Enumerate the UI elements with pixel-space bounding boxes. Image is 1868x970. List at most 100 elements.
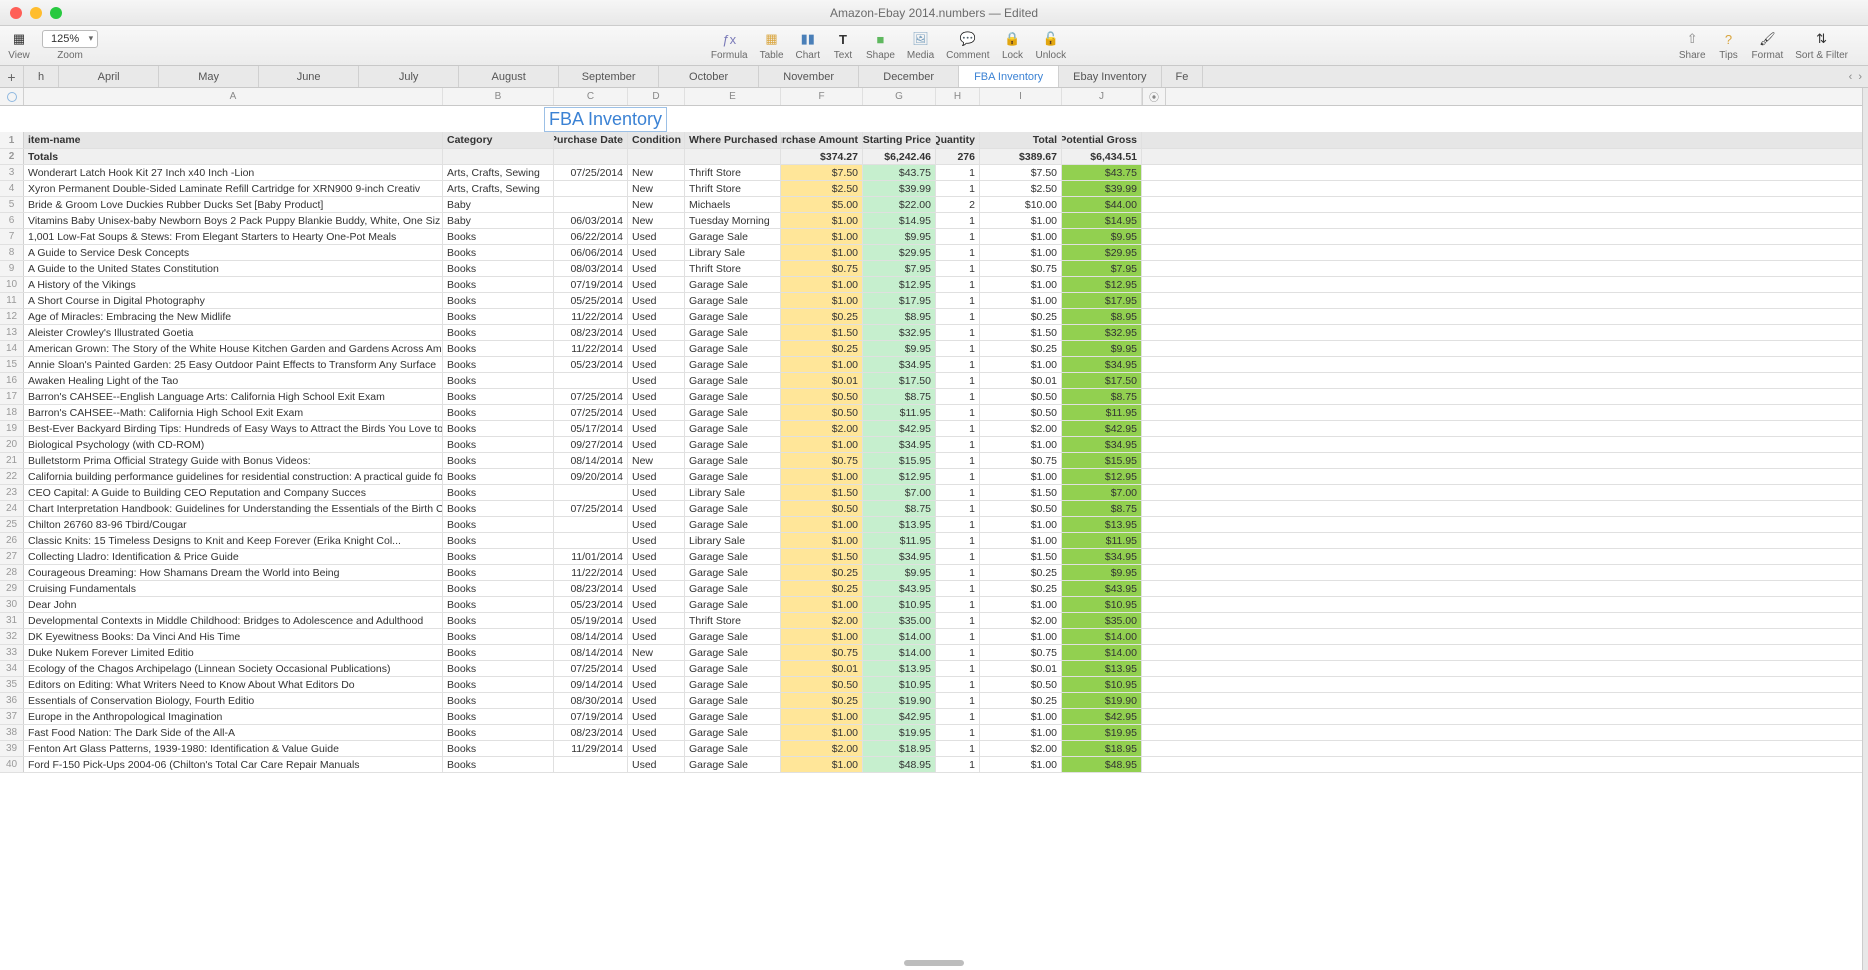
cell[interactable]: Books (443, 421, 554, 436)
cell[interactable]: Used (628, 373, 685, 388)
table-row[interactable]: 22California building performance guidel… (0, 469, 1868, 485)
cell[interactable]: 08/14/2014 (554, 645, 628, 660)
cell[interactable]: Used (628, 629, 685, 644)
cell[interactable]: $1.00 (980, 357, 1062, 372)
cell[interactable]: item-name (24, 132, 443, 148)
table-row[interactable]: 40Ford F-150 Pick-Ups 2004-06 (Chilton's… (0, 757, 1868, 773)
unlock-button[interactable]: 🔓Unlock (1036, 30, 1067, 61)
cell[interactable]: 08/14/2014 (554, 453, 628, 468)
cell[interactable]: New (628, 213, 685, 228)
cell[interactable]: A History of the Vikings (24, 277, 443, 292)
tips-button[interactable]: ?Tips (1718, 30, 1740, 61)
cell[interactable]: Used (628, 549, 685, 564)
cell[interactable]: $1.50 (980, 549, 1062, 564)
cell[interactable]: $8.75 (863, 389, 936, 404)
cell[interactable]: Books (443, 741, 554, 756)
cell[interactable]: $1.00 (781, 757, 863, 772)
cell[interactable]: 1 (936, 181, 980, 196)
row-label[interactable]: 39 (0, 741, 24, 756)
cell[interactable]: $35.00 (1062, 613, 1142, 628)
cell[interactable]: Condition (628, 132, 685, 148)
table-row[interactable]: 4Xyron Permanent Double-Sided Laminate R… (0, 181, 1868, 197)
cell[interactable] (554, 181, 628, 196)
cell[interactable] (554, 757, 628, 772)
cell[interactable]: $0.25 (980, 341, 1062, 356)
cell[interactable] (443, 149, 554, 164)
cell[interactable]: $34.95 (863, 437, 936, 452)
cell[interactable]: $0.50 (980, 501, 1062, 516)
cell[interactable]: Books (443, 549, 554, 564)
comment-button[interactable]: 💬Comment (946, 30, 989, 61)
cell[interactable]: $9.95 (1062, 229, 1142, 244)
cell[interactable]: $1.00 (781, 229, 863, 244)
cell[interactable]: $34.95 (1062, 357, 1142, 372)
cell[interactable]: Garage Sale (685, 453, 781, 468)
cell[interactable]: Used (628, 501, 685, 516)
cell[interactable]: CEO Capital: A Guide to Building CEO Rep… (24, 485, 443, 500)
row-label[interactable]: 1 (0, 132, 24, 148)
cell[interactable]: Vitamins Baby Unisex-baby Newborn Boys 2… (24, 213, 443, 228)
cell[interactable]: $1.50 (781, 485, 863, 500)
cell[interactable]: 11/29/2014 (554, 741, 628, 756)
cell[interactable]: $8.75 (1062, 501, 1142, 516)
cell[interactable]: Library Sale (685, 245, 781, 260)
table-row[interactable]: 25Chilton 26760 83-96 Tbird/CougarBooksU… (0, 517, 1868, 533)
cell[interactable]: 09/20/2014 (554, 469, 628, 484)
cell[interactable]: $1.50 (781, 549, 863, 564)
cell[interactable]: 1 (936, 501, 980, 516)
cell[interactable]: Garage Sale (685, 709, 781, 724)
cell[interactable]: Books (443, 709, 554, 724)
cell[interactable]: Books (443, 645, 554, 660)
cell[interactable]: $0.01 (781, 373, 863, 388)
cell[interactable]: $18.95 (1062, 741, 1142, 756)
cell[interactable]: Books (443, 293, 554, 308)
cell[interactable]: Used (628, 613, 685, 628)
cell[interactable]: $6,434.51 (1062, 149, 1142, 164)
cell[interactable]: Dear John (24, 597, 443, 612)
cell[interactable]: $0.25 (781, 309, 863, 324)
cell[interactable]: Bulletstorm Prima Official Strategy Guid… (24, 453, 443, 468)
table-row[interactable]: 33Duke Nukem Forever Limited EditioBooks… (0, 645, 1868, 661)
cell[interactable]: $1.00 (781, 357, 863, 372)
cell[interactable]: $2.00 (980, 421, 1062, 436)
table-row[interactable]: 34Ecology of the Chagos Archipelago (Lin… (0, 661, 1868, 677)
cell[interactable]: California building performance guidelin… (24, 469, 443, 484)
cell[interactable]: $0.25 (781, 693, 863, 708)
sheet-tab-october[interactable]: October (659, 66, 759, 87)
cell[interactable]: 1 (936, 453, 980, 468)
row-label[interactable]: 12 (0, 309, 24, 324)
cell[interactable] (554, 517, 628, 532)
cell[interactable]: Aleister Crowley's Illustrated Goetia (24, 325, 443, 340)
cell[interactable]: A Short Course in Digital Photography (24, 293, 443, 308)
cell[interactable]: $29.95 (863, 245, 936, 260)
cell[interactable]: $29.95 (1062, 245, 1142, 260)
table-row[interactable]: 8A Guide to Service Desk ConceptsBooks06… (0, 245, 1868, 261)
cell[interactable]: $1.00 (980, 629, 1062, 644)
cell[interactable]: $1.00 (980, 293, 1062, 308)
cell[interactable]: $48.95 (1062, 757, 1142, 772)
cell[interactable]: Thrift Store (685, 181, 781, 196)
table-row[interactable]: 9A Guide to the United States Constituti… (0, 261, 1868, 277)
cell[interactable]: Used (628, 581, 685, 596)
cell[interactable]: $0.75 (980, 261, 1062, 276)
cell[interactable]: 1 (936, 677, 980, 692)
row-label[interactable]: 18 (0, 405, 24, 420)
cell[interactable]: $14.00 (863, 645, 936, 660)
cell[interactable]: $2.50 (980, 181, 1062, 196)
table-row[interactable]: 10A History of the VikingsBooks07/19/201… (0, 277, 1868, 293)
cell[interactable]: 1 (936, 261, 980, 276)
row-label[interactable]: 33 (0, 645, 24, 660)
cell[interactable]: 1 (936, 213, 980, 228)
cell[interactable]: Ecology of the Chagos Archipelago (Linne… (24, 661, 443, 676)
cell[interactable]: Garage Sale (685, 341, 781, 356)
cell[interactable]: $0.25 (980, 581, 1062, 596)
table-row[interactable]: 18Barron's CAHSEE--Math: California High… (0, 405, 1868, 421)
cell[interactable]: Used (628, 469, 685, 484)
data-table[interactable]: 1item-nameCategoryPurchase DateCondition… (0, 132, 1868, 773)
cell[interactable]: 1 (936, 709, 980, 724)
cell[interactable]: $8.95 (1062, 309, 1142, 324)
cell[interactable]: Books (443, 261, 554, 276)
cell[interactable]: $9.95 (863, 341, 936, 356)
row-label[interactable]: 27 (0, 549, 24, 564)
cell[interactable]: Books (443, 245, 554, 260)
